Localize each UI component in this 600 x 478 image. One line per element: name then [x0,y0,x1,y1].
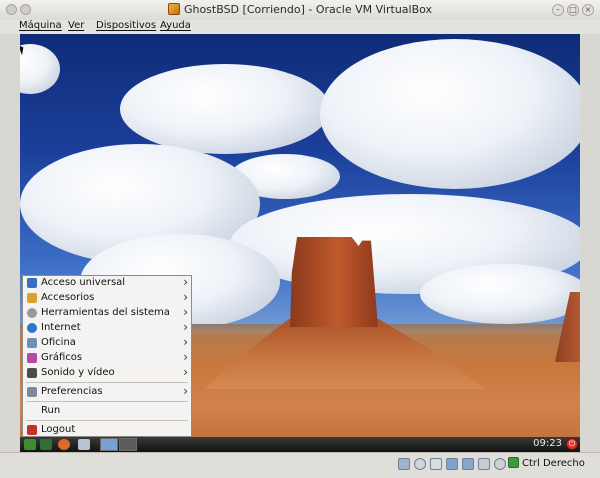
start-menu-icon[interactable] [24,439,36,450]
usb-icon[interactable] [462,458,474,470]
workspace-1-button[interactable] [100,438,118,451]
taskbar-clock: 09:23 [533,438,562,449]
menu-item-acceso-universal[interactable]: Acceso universal › [23,275,191,291]
start-menu: Acceso universal › Accesorios › Herramie… [22,275,192,437]
menu-item-logout[interactable]: Logout [23,423,191,438]
menu-item-label: Gráficos [41,352,83,363]
butte-rock [290,237,378,327]
menu-item-label: Accesorios [41,292,95,303]
menu-item-label: Run [41,405,61,416]
accessories-icon [27,293,37,303]
host-key-label: Ctrl Derecho [522,458,585,469]
hard-disk-icon[interactable] [398,458,410,470]
menu-item-oficina[interactable]: Oficina › [23,335,191,351]
submenu-arrow-icon: › [183,320,188,334]
menu-item-label: Herramientas del sistema [41,307,170,318]
menu-item-preferencias[interactable]: Preferencias › [23,384,191,400]
desktop-icon[interactable] [40,439,52,450]
submenu-arrow-icon: › [183,384,188,398]
graphics-icon [27,353,37,363]
menu-separator [26,382,188,383]
menu-item-accesorios[interactable]: Accesorios › [23,290,191,306]
titlebar-right-controls: – □ × [552,4,594,16]
cloud [120,64,330,154]
preferences-icon [27,387,37,397]
cloud [420,264,580,324]
submenu-arrow-icon: › [183,290,188,304]
vm-screen[interactable]: Acceso universal › Accesorios › Herramie… [20,34,580,452]
office-icon [27,338,37,348]
menu-separator [26,401,188,402]
window-title: GhostBSD [Corriendo] - Oracle VM Virtual… [183,3,433,16]
virtualbox-app-icon [167,3,180,15]
menu-dispositivos[interactable]: Dispositivos [96,20,156,31]
menu-item-label: Sonido y vídeo [41,367,115,378]
guest-taskbar: 09:23 ⏻ [20,437,580,452]
menu-item-graficos[interactable]: Gráficos › [23,350,191,366]
menu-item-label: Preferencias [41,386,103,397]
accessibility-icon [27,278,37,288]
window-titlebar: GhostBSD [Corriendo] - Oracle VM Virtual… [0,0,600,21]
minimize-button[interactable]: – [552,4,564,16]
host-key-label-wrapper: Ctrl Derecho [508,457,585,469]
host-key-icon [508,457,519,468]
file-manager-icon[interactable] [78,439,90,450]
menu-item-label: Oficina [41,337,76,348]
submenu-arrow-icon: › [183,305,188,319]
menu-item-herramientas[interactable]: Herramientas del sistema › [23,305,191,321]
menu-item-run[interactable]: Run [23,404,191,419]
sound-video-icon [27,368,37,378]
power-icon[interactable]: ⏻ [566,438,578,450]
menu-item-sonido-video[interactable]: Sonido y vídeo › [23,365,191,381]
firefox-icon[interactable] [58,439,70,450]
system-tools-icon [27,308,37,318]
menu-separator [26,420,188,421]
maximize-button[interactable]: □ [567,4,579,16]
submenu-arrow-icon: › [183,365,188,379]
audio-icon[interactable] [430,458,442,470]
close-button[interactable]: × [582,4,594,16]
vbox-status-bar: Ctrl Derecho [0,452,600,478]
menu-item-label: Internet [41,322,81,333]
network-icon[interactable] [446,458,458,470]
menu-item-label: Logout [41,424,76,435]
menu-ayuda[interactable]: Ayuda [160,20,191,31]
shared-folders-icon[interactable] [478,458,490,470]
cloud [320,39,580,189]
submenu-arrow-icon: › [183,275,188,289]
submenu-arrow-icon: › [183,350,188,364]
optical-drive-icon[interactable] [414,458,426,470]
menubar: Máquina Ver Dispositivos Ayuda [0,20,600,34]
submenu-arrow-icon: › [183,335,188,349]
menu-item-internet[interactable]: Internet › [23,320,191,336]
logout-icon [27,425,37,435]
workspace-2-button[interactable] [119,438,137,451]
internet-icon [27,323,37,333]
menu-item-label: Acceso universal [41,277,126,288]
menu-ver[interactable]: Ver [68,20,84,31]
capture-icon[interactable] [494,458,506,470]
window-title-area: GhostBSD [Corriendo] - Oracle VM Virtual… [0,3,600,16]
menu-maquina[interactable]: Máquina [19,20,62,31]
